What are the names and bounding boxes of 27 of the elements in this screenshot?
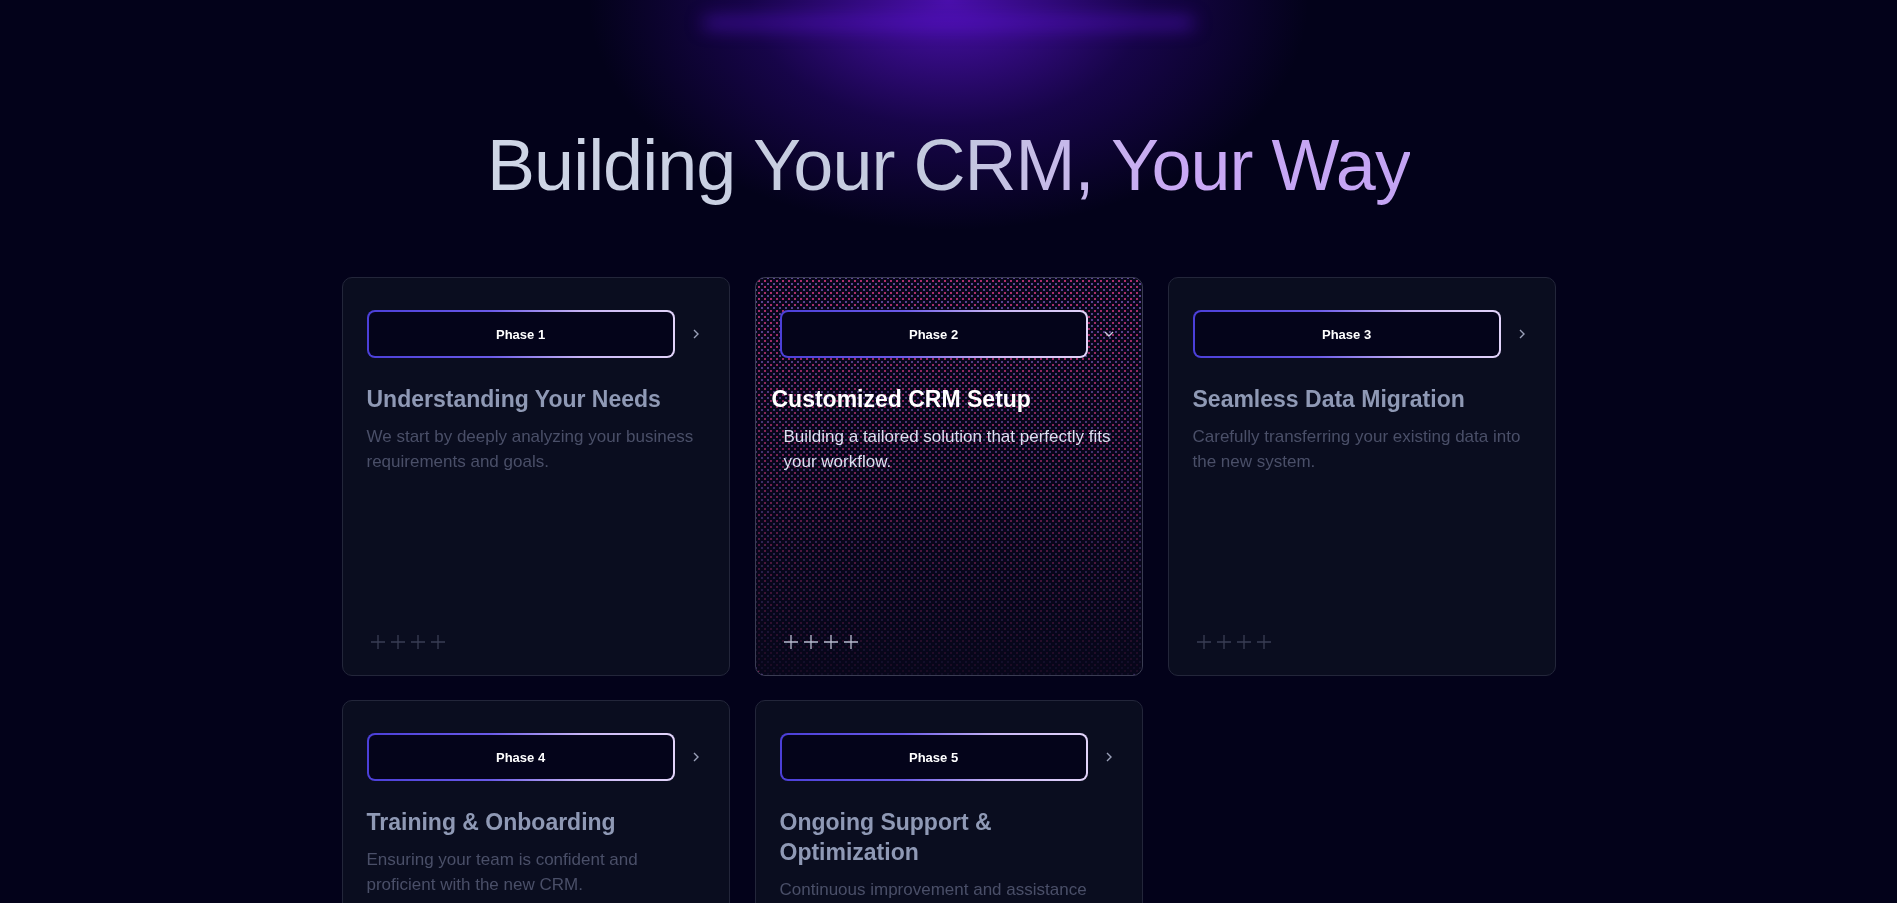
plus-icon	[370, 635, 385, 649]
plus-icon	[1196, 635, 1211, 649]
phase-title: Understanding Your Needs	[366, 385, 662, 414]
phase-description: Continuous improvement and assistance	[779, 879, 1088, 901]
phase-label: Phase 1	[366, 310, 675, 358]
phase-label: Phase 2	[779, 310, 1088, 358]
phase-description: Carefully transferring your existing data into the new system.	[1192, 426, 1522, 473]
phase-description: Ensuring your team is confident and proficient with the new CRM.	[366, 849, 639, 896]
phase-title: Customized CRM Setup	[771, 385, 1032, 414]
plus-icon	[783, 635, 798, 649]
phase-label: Phase 5	[779, 733, 1088, 781]
plus-icon	[823, 635, 838, 649]
plus-icon	[803, 635, 818, 649]
plus-icon	[410, 635, 425, 649]
phase-label: Phase 3	[1192, 310, 1501, 358]
phase-label: Phase 4	[366, 733, 675, 781]
plus-icon	[430, 635, 445, 649]
plus-icon	[390, 635, 405, 649]
plus-icon	[1216, 635, 1231, 649]
phase-title: Ongoing Support & Optimization	[779, 808, 993, 867]
phase-title: Training & Onboarding	[366, 808, 617, 837]
phase-title: Seamless Data Migration	[1192, 385, 1466, 414]
plus-icon	[1256, 635, 1271, 649]
phase-description: Building a tailored solution that perfectly fits your workflow.	[783, 426, 1112, 473]
plus-icon	[843, 635, 858, 649]
plus-icon	[1236, 635, 1251, 649]
phase-description: We start by deeply analyzing your business requirements and goals.	[366, 426, 695, 473]
